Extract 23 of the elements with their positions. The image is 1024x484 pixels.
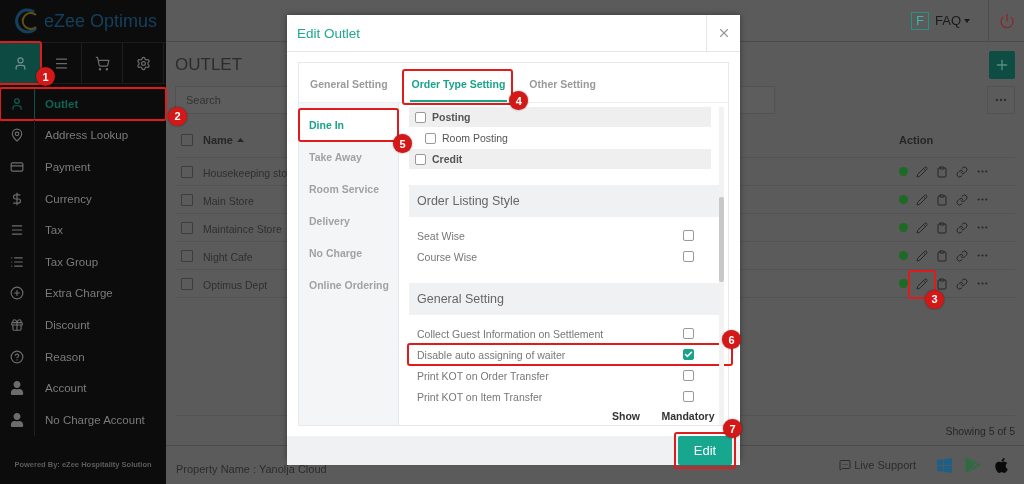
option-label: Course Wise (417, 250, 479, 263)
option-label: Seat Wise (417, 229, 466, 242)
step-number: 7 (723, 419, 742, 438)
step-number: 2 (168, 106, 187, 126)
app-logo: eZee Optimus (44, 10, 158, 32)
section-header: Order Listing Style (409, 185, 719, 217)
option-label: Print KOT on Order Transfer (417, 369, 550, 382)
step-number: 5 (393, 134, 412, 153)
option-label: Disable auto assigning of waiter (417, 348, 567, 361)
column-label: Mandatory (660, 410, 716, 422)
option-label: Room Posting (442, 132, 508, 144)
dialog-title: Edit Outlet (296, 25, 362, 41)
section-header: General Setting (409, 283, 719, 315)
option-label: Print KOT on Item Transfer (417, 390, 544, 403)
column-label: Show (611, 410, 641, 422)
group-label: Credit (432, 153, 463, 165)
faq-letter-icon: F (911, 11, 929, 30)
group-label: Posting (432, 111, 471, 123)
step-number: 4 (509, 91, 529, 110)
option-label: Collect Guest Information on Settlement (417, 327, 605, 340)
step-number: 3 (925, 289, 944, 309)
step-number: 6 (722, 330, 741, 349)
step-number: 1 (36, 67, 55, 86)
